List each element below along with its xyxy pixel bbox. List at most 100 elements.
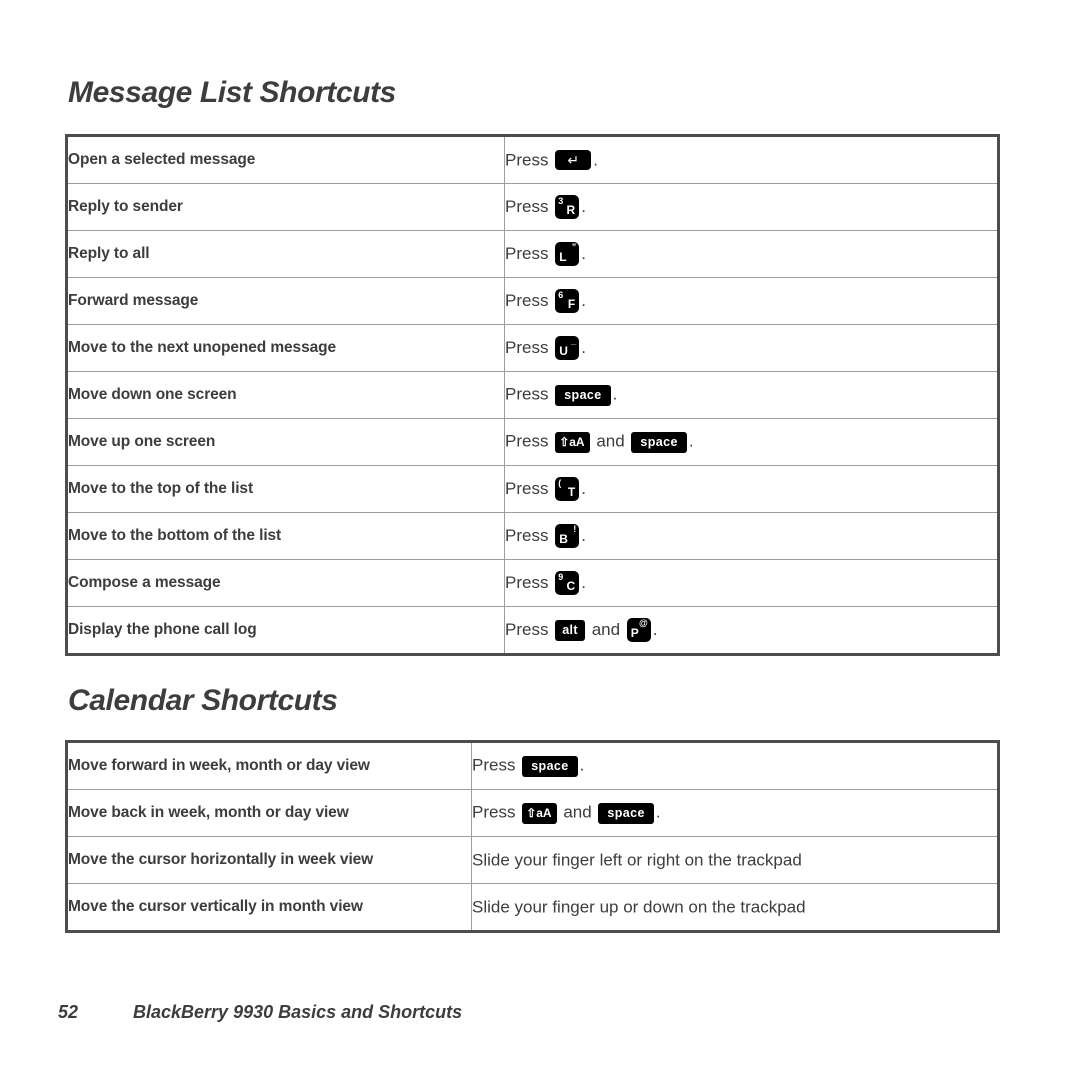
table-row: Open a selected message Press ↵. [66,135,999,184]
shortcut-keys-cell: Press space. [471,741,999,790]
shortcut-instruction-text: Press [505,526,554,545]
shortcut-keys-cell: Slide your finger up or down on the trac… [471,883,999,932]
key-superscript: 3 [558,196,564,206]
table-row: Move to the next unopened message Press _… [66,324,999,372]
conjunction-and: and [591,432,630,451]
shortcut-keys-cell: Press space. [504,371,999,419]
table-row: Move up one screen Press ⇧aA and space. [66,418,999,466]
shortcut-keys-cell: Press ” L. [504,230,999,278]
shortcut-instruction-text: Press [505,620,554,639]
shortcut-instruction-text: Press [505,150,554,170]
shortcut-instruction-text: Slide your finger up or down on the trac… [472,897,806,917]
space-key: space [522,755,578,777]
shortcut-action-label: Display the phone call log [66,606,505,655]
shortcut-keys-cell: Press _ U. [504,324,999,372]
shortcut-keys-cell: Slide your finger left or right on the t… [471,836,999,884]
shortcut-action-label: Compose a message [66,559,505,607]
shift-arrow-icon: ⇧ [526,805,537,820]
shortcut-keys-cell: Press ⇧aA and space. [504,418,999,466]
shortcut-suffix-text: . [581,197,586,216]
u-key: _ U [555,336,580,360]
shortcut-action-label: Move up one screen [66,418,505,466]
shortcut-instruction-text: Press [505,385,554,404]
key-superscript: ” [571,242,577,252]
shortcut-action-label: Move the cursor vertically in month view [66,883,472,932]
footer-page-number: 52 [58,1002,79,1022]
shortcut-keys-cell: Press 3R. [504,183,999,231]
conjunction-and: and [558,803,597,822]
shift-key: ⇧aA [522,802,557,824]
key-superscript: ( [558,478,562,488]
shortcut-suffix-text: . [612,385,618,404]
shift-arrow-icon: ⇧ [559,434,570,449]
shortcut-instruction-text: Press [505,244,554,263]
shortcut-keys-cell: Press ⇧aA and space. [471,789,999,837]
table-row: Move to the bottom of the list Press ! B. [66,512,999,560]
key-letter-label: U [559,344,568,358]
shortcut-instruction-text: Press [505,197,554,216]
key-superscript: 9 [558,572,564,582]
shortcut-keys-cell: Press (T. [504,465,999,513]
shortcut-action-label: Move down one screen [66,371,505,419]
shortcut-action-label: Move back in week, month or day view [66,789,472,837]
conjunction-and: and [586,620,625,639]
shortcut-action-label: Move to the top of the list [66,465,505,513]
shortcut-suffix-text: . [581,526,586,545]
shortcut-suffix-text: . [652,620,658,639]
shortcut-instruction-text: Press [505,479,554,498]
key-letter-label: L [559,250,567,264]
shortcut-keys-cell: Press 6F. [504,277,999,325]
shortcut-action-label: Forward message [66,277,505,325]
shortcut-action-label: Move the cursor horizontally in week vie… [66,836,472,884]
shortcut-instruction-text: Press [505,291,554,310]
page-title-message-list-shortcuts: Message List Shortcuts [68,76,396,109]
p-key: @ P [626,618,651,642]
alt-key: alt [555,619,585,641]
space-key: space [555,384,611,406]
shortcut-suffix-text: . [581,244,586,263]
space-key: space [631,431,687,453]
r-key: 3R [555,195,580,219]
shortcut-action-label: Move forward in week, month or day view [66,741,472,790]
shortcut-suffix-text: . [688,432,694,451]
table-row: Move back in week, month or day view Pres… [66,789,999,837]
key-superscript: 6 [558,290,564,300]
shift-key: ⇧aA [555,431,590,453]
l-key: ” L [555,242,580,266]
table-row: Reply to sender Press 3R. [66,183,999,231]
shortcut-keys-cell: Press ↵. [504,135,999,184]
shortcut-suffix-text: . [593,150,598,170]
table-row: Forward message Press 6F. [66,277,999,325]
key-letter-label: P [630,626,639,640]
t-key: (T [555,477,580,501]
shortcut-action-label: Open a selected message [66,135,505,184]
key-letter-label: C [566,579,576,593]
shortcut-suffix-text: . [655,803,661,822]
shift-key-label: aA [536,805,552,820]
shortcut-action-label: Move to the next unopened message [66,324,505,372]
shortcut-instruction-text: Press [472,803,521,822]
f-key: 6F [555,289,580,313]
shift-key-label: aA [569,434,585,449]
shortcut-action-label: Reply to sender [66,183,505,231]
shortcut-suffix-text: . [581,291,586,310]
shortcut-action-label: Reply to all [66,230,505,278]
calendar-shortcuts-table: Move forward in week, month or day view P… [65,740,1000,933]
shortcut-instruction-text: Press [505,432,554,451]
table-row: Move down one screen Press space. [66,371,999,419]
key-superscript: @ [639,618,648,628]
key-letter-label: R [566,203,576,217]
space-key: space [598,802,654,824]
key-letter-label: B [559,532,568,546]
table-row: Display the phone call log Press alt and … [66,606,999,655]
table-row: Reply to all Press ” L. [66,230,999,278]
shortcut-instruction-text: Press [505,573,554,592]
shortcut-suffix-text: . [579,756,585,775]
shortcut-instruction-text: Press [505,338,554,357]
key-superscript: ! [573,524,577,534]
manual-page: Message List Shortcuts Open a selected m… [0,0,1080,1080]
key-superscript: _ [571,336,577,346]
table-row: Move the cursor vertically in month view… [66,883,999,932]
footer-document-title: BlackBerry 9930 Basics and Shortcuts [133,1002,463,1022]
b-key: ! B [555,524,580,548]
